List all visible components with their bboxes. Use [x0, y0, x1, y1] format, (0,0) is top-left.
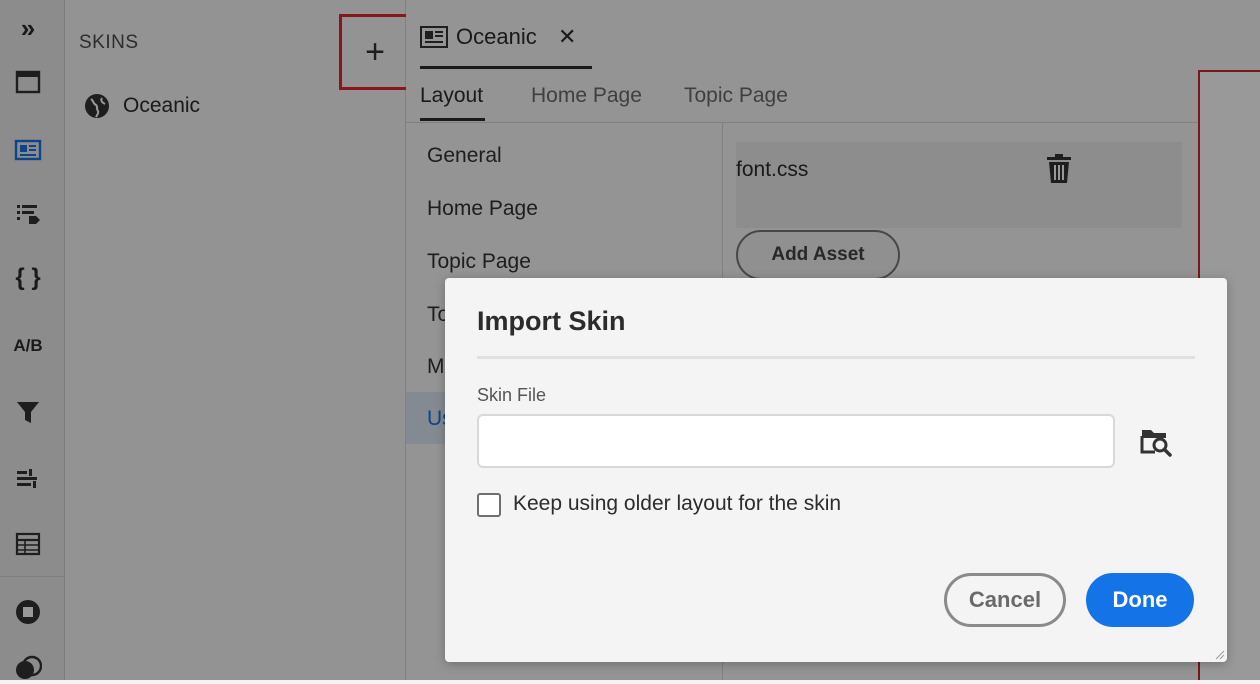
dialog-title: Import Skin: [477, 306, 626, 336]
done-button[interactable]: Done: [1086, 573, 1194, 627]
keep-older-layout-checkbox[interactable]: [477, 493, 501, 517]
skin-file-label: Skin File: [477, 385, 547, 405]
cancel-button[interactable]: Cancel: [944, 573, 1066, 627]
browse-file-icon[interactable]: [1139, 424, 1173, 458]
keep-older-layout-label[interactable]: Keep using older layout for the skin: [513, 492, 841, 516]
dialog-divider: [477, 356, 1195, 359]
import-skin-dialog: Import Skin Skin File Keep using older l…: [445, 278, 1227, 662]
resize-grip-icon[interactable]: [1215, 650, 1225, 660]
skin-file-input[interactable]: [477, 414, 1115, 468]
